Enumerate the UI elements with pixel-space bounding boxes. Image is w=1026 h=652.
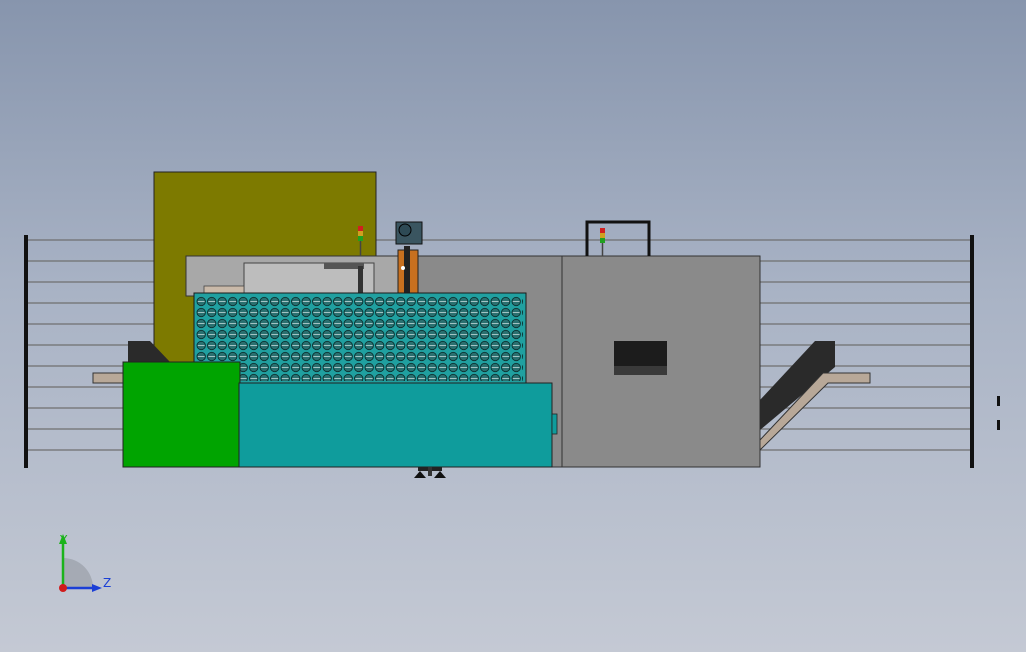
axis-triad: Y Z	[59, 533, 111, 592]
teal-module	[238, 382, 553, 468]
teal-module-handle	[551, 413, 558, 435]
z-arrow-icon	[92, 584, 102, 592]
infeed-conveyor	[92, 372, 126, 384]
right-guard-post	[970, 235, 974, 468]
signal-tower-right	[600, 228, 605, 256]
y-axis-label: Y	[59, 533, 68, 547]
access-window-ledge	[614, 366, 667, 375]
z-axis-label: Z	[103, 576, 111, 590]
green-module	[122, 361, 241, 468]
machine-model-view[interactable]	[0, 0, 1026, 652]
upper-post	[358, 266, 363, 294]
lifting-frame	[585, 220, 651, 256]
edge-marker-top	[997, 396, 1000, 406]
edge-marker-bottom	[997, 420, 1000, 430]
machine-foot	[414, 467, 446, 478]
graphics-viewport[interactable]: Y Z	[0, 0, 1026, 652]
perforated-panel-holes	[196, 296, 523, 381]
robot-head	[395, 221, 423, 295]
x-axis-dot	[59, 584, 67, 592]
left-guard-post	[24, 235, 28, 468]
triad-quadrant	[63, 558, 93, 588]
